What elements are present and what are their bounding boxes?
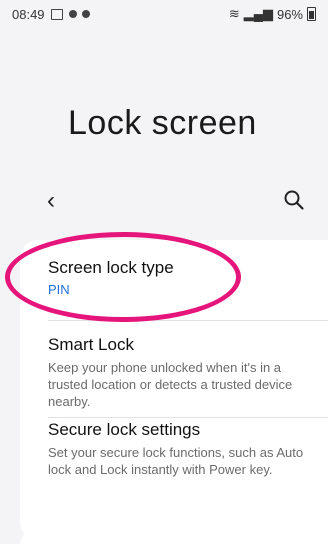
- battery-percent: 96%: [276, 6, 303, 22]
- settings-card: [20, 528, 328, 544]
- item-title: Smart Lock: [48, 335, 134, 354]
- status-time: 08:49: [12, 6, 45, 22]
- divider: [48, 320, 328, 321]
- back-button[interactable]: ‹: [36, 188, 66, 216]
- status-bar: 08:49 ≋ ▂▄▆ 96%: [0, 0, 328, 28]
- item-title: Screen lock type: [48, 258, 174, 277]
- wifi-icon: ≋: [228, 6, 240, 21]
- item-title: Secure lock settings: [48, 420, 201, 439]
- lock-screen-settings: 08:49 ≋ ▂▄▆ 96% Lock screen ‹ Screen loc…: [0, 0, 328, 544]
- divider: [48, 417, 328, 418]
- item-description: Keep your phone unlocked when it's in a …: [48, 360, 293, 409]
- page-title: Lock screen: [68, 104, 257, 142]
- item-subtitle: PIN: [48, 282, 70, 297]
- item-description: Set your secure lock functions, such as …: [48, 445, 304, 477]
- search-icon: [284, 190, 304, 210]
- secure-lock-settings-item[interactable]: Secure lock settings Set your secure loc…: [48, 420, 328, 478]
- search-button[interactable]: [283, 189, 309, 215]
- screen-lock-type-item[interactable]: Screen lock type PIN: [48, 258, 328, 297]
- notification-dot-icon: [81, 10, 90, 18]
- notification-dot-icon: [68, 10, 77, 18]
- battery-icon: [307, 7, 316, 21]
- smart-lock-item[interactable]: Smart Lock Keep your phone unlocked when…: [48, 335, 328, 410]
- toolbar: ‹: [0, 180, 328, 220]
- back-icon: ‹: [47, 187, 55, 214]
- notification-icon: [50, 8, 63, 20]
- status-right: ≋ ▂▄▆ 96%: [229, 6, 316, 22]
- signal-icon: ▂▄▆: [243, 6, 273, 21]
